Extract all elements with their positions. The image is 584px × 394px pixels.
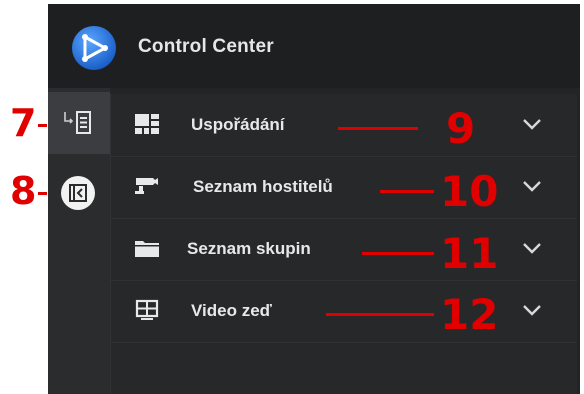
side-rail (48, 88, 110, 394)
annotation-9-line (338, 127, 418, 130)
section-group-list-label: Seznam skupin (187, 239, 311, 258)
annotation-10-line (380, 190, 434, 193)
chevron-down-icon[interactable] (521, 240, 543, 256)
chevron-down-icon[interactable] (521, 116, 543, 132)
section-layout[interactable]: Uspořádání (111, 94, 577, 157)
folder-icon (135, 241, 159, 257)
annotation-12-line (326, 313, 434, 316)
app-header: Control Center (48, 4, 580, 88)
panel-collapse-icon (61, 176, 95, 210)
annotation-11-line (362, 252, 434, 255)
section-video-wall-label: Video zeď (191, 301, 272, 320)
annotation-8: 8 (10, 169, 37, 213)
layout-grid-icon (135, 114, 159, 134)
camera-icon (135, 178, 158, 194)
app-title: Control Center (138, 36, 274, 57)
rail-list-view-button[interactable] (48, 92, 110, 154)
section-video-wall[interactable]: Video zeď (111, 280, 577, 343)
play-triangle-logo-icon (72, 26, 116, 70)
control-center-window: Control Center Uspořádání Seznam hostite… (48, 4, 580, 394)
annotation-12: 12 (440, 290, 499, 339)
rail-panel-collapse-button[interactable] (48, 162, 110, 224)
annotation-7-line (38, 124, 47, 127)
chevron-down-icon[interactable] (521, 178, 543, 194)
section-group-list[interactable]: Seznam skupin (111, 218, 577, 281)
section-host-list-label: Seznam hostitelů (193, 177, 333, 196)
video-wall-icon (135, 299, 159, 320)
list-view-icon (64, 111, 91, 134)
annotation-11: 11 (440, 229, 499, 278)
chevron-down-icon[interactable] (521, 302, 543, 318)
annotation-8-line (38, 192, 47, 195)
navigation-panel: Uspořádání Seznam hostitelů Seznam skupi… (110, 94, 577, 394)
annotation-9: 9 (446, 104, 476, 153)
section-layout-label: Uspořádání (191, 115, 285, 134)
annotation-7: 7 (10, 101, 37, 145)
annotation-10: 10 (440, 167, 499, 216)
section-host-list[interactable]: Seznam hostitelů (111, 156, 577, 219)
